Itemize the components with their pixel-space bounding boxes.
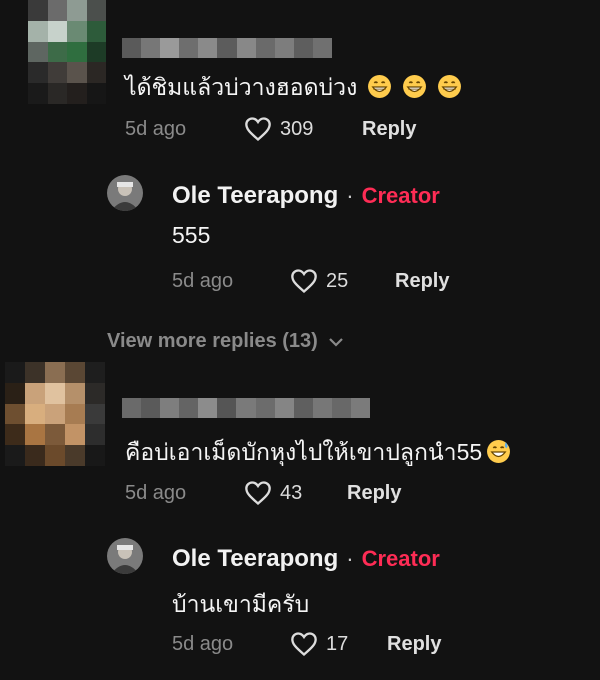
reply-text: บ้านเขามีครับ [172, 591, 310, 617]
grin-emoji-icon [368, 75, 392, 98]
creator-avatar[interactable] [107, 538, 143, 574]
grin-emoji-icon [403, 75, 427, 98]
reply-timestamp: 5d ago [172, 270, 234, 292]
reply-button[interactable]: Reply [395, 270, 449, 293]
reply-like-button[interactable]: 25 [290, 268, 348, 294]
reply-button[interactable]: Reply [347, 482, 401, 505]
creator-avatar[interactable] [107, 175, 143, 211]
username-blurred[interactable] [122, 38, 332, 58]
heart-icon [245, 117, 271, 142]
like-count: 43 [280, 481, 303, 504]
comment-text: คือบ่เอาเม็ดบักหุงไปให้เขาปลูกนำ55 [125, 435, 511, 471]
username-blurred[interactable] [122, 398, 370, 418]
separator-dot: · [346, 183, 354, 208]
view-more-label: View more replies (13) [107, 330, 318, 352]
creator-badge: Creator [361, 183, 440, 208]
reply-header: Ole Teerapong · Creator [172, 545, 440, 573]
comment-timestamp: 5d ago [125, 118, 187, 140]
reply-timestamp: 5d ago [172, 633, 234, 655]
heart-icon [291, 269, 317, 294]
like-count: 309 [280, 117, 314, 140]
like-count: 25 [326, 269, 349, 292]
comment-body: คือบ่เอาเม็ดบักหุงไปให้เขาปลูกนำ55 [125, 439, 483, 465]
comment-timestamp: 5d ago [125, 482, 187, 504]
reply-text: 555 [172, 222, 211, 248]
creator-avatar-image [107, 538, 143, 574]
avatar-blurred[interactable] [28, 0, 106, 104]
like-count: 17 [326, 632, 349, 655]
separator-dot: · [346, 546, 354, 571]
chevron-down-icon [329, 337, 343, 347]
grin-emoji-icon [438, 75, 462, 98]
heart-icon [291, 632, 317, 657]
reply-button[interactable]: Reply [362, 118, 416, 141]
creator-avatar-image [107, 175, 143, 211]
view-more-replies[interactable]: View more replies (13) [107, 330, 344, 353]
creator-badge: Creator [361, 546, 440, 571]
like-button[interactable]: 43 [244, 480, 302, 506]
sweat-grin-emoji-icon [487, 440, 511, 463]
comment-body: ได้ชิมแล้วบ่วางฮอดบ่วง [125, 74, 358, 100]
reply-header: Ole Teerapong · Creator [172, 182, 440, 210]
comment-text: ได้ชิมแล้วบ่วางฮอดบ่วง [125, 70, 462, 106]
like-button[interactable]: 309 [244, 116, 313, 142]
reply-author[interactable]: Ole Teerapong [172, 182, 338, 210]
avatar-blurred[interactable] [5, 362, 105, 466]
heart-icon [245, 481, 271, 506]
reply-author[interactable]: Ole Teerapong [172, 545, 338, 573]
reply-like-button[interactable]: 17 [290, 631, 348, 657]
reply-button[interactable]: Reply [387, 633, 441, 656]
